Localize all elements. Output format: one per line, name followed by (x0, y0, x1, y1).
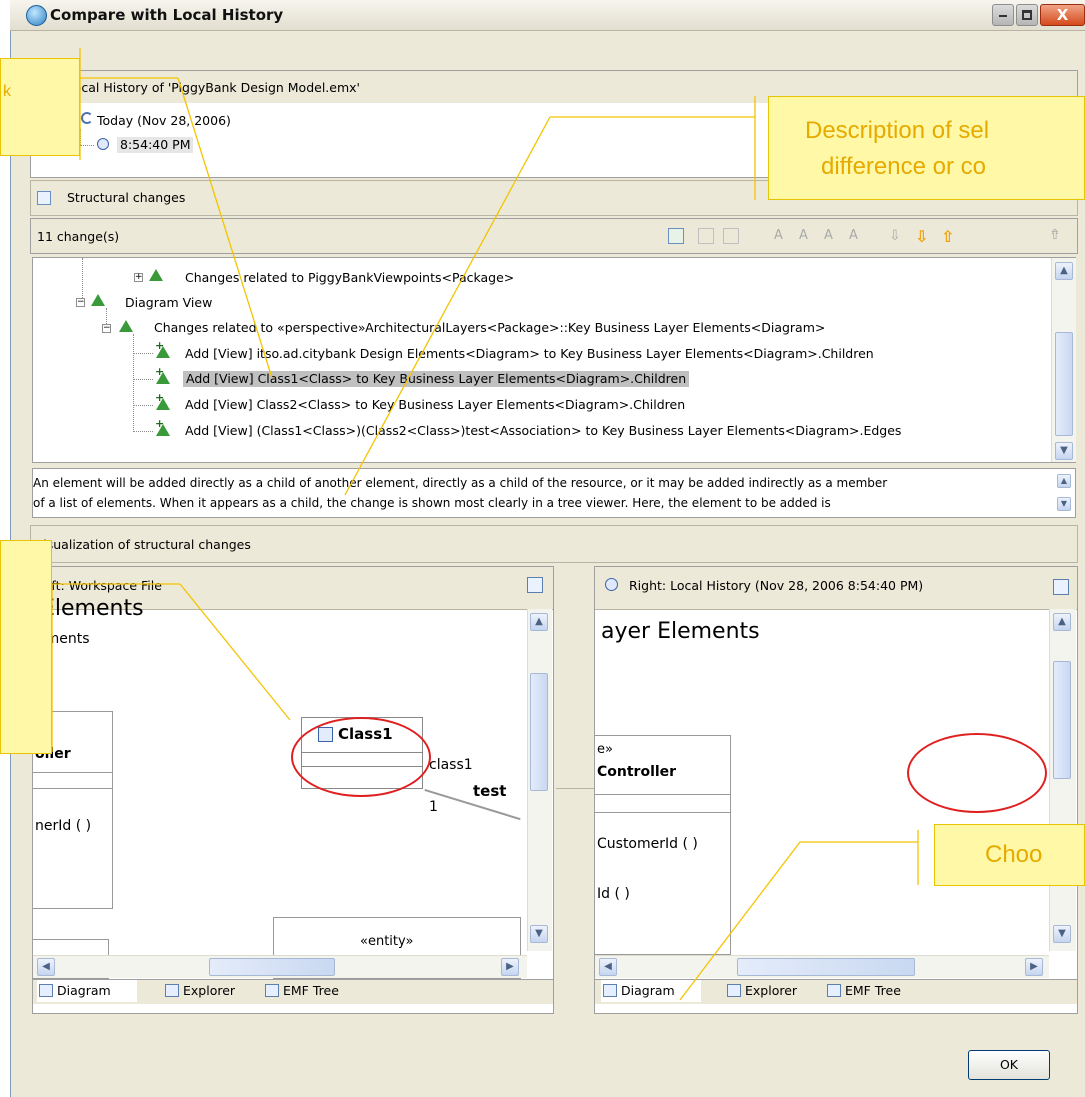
callout-history: k (0, 58, 80, 156)
callout-history-text: k (3, 83, 11, 100)
callout-choose-text: Choo (985, 841, 1043, 868)
callout-description-line-1: Description of sel (805, 117, 990, 144)
callout-choose: Choo (934, 824, 1085, 886)
callout-description: Description of sel difference or co (768, 96, 1085, 200)
callout-description-line-2: difference or co (821, 153, 986, 180)
callout-visualization (0, 540, 52, 754)
